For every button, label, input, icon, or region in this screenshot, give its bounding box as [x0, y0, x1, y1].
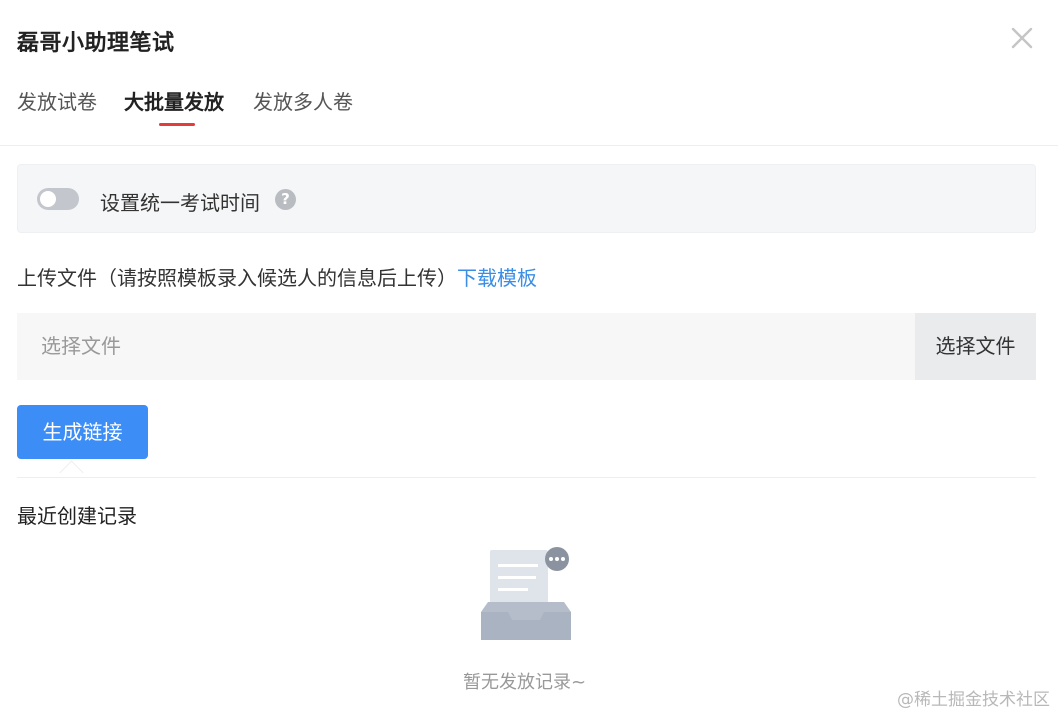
tab-issue-exam[interactable]: 发放试卷 — [17, 86, 97, 115]
download-template-link[interactable]: 下载模板 — [457, 266, 537, 290]
generate-link-button[interactable]: 生成链接 — [17, 405, 148, 459]
choose-file-button[interactable]: 选择文件 — [915, 313, 1036, 380]
toggle-knob — [40, 191, 56, 207]
unified-time-label: 设置统一考试时间 — [100, 191, 260, 215]
tab-multi-person-exam[interactable]: 发放多人卷 — [253, 86, 353, 115]
watermark: @稀土掘金技术社区 — [897, 690, 1050, 710]
unified-time-setting: 设置统一考试时间 ? — [17, 164, 1036, 233]
empty-state-text: 暂无发放记录~ — [462, 672, 587, 693]
close-icon[interactable] — [1009, 25, 1035, 51]
popover-caret — [59, 460, 84, 485]
upload-instruction-text: 上传文件（请按照模板录入候选人的信息后上传） — [17, 266, 457, 290]
dialog-title: 磊哥小助理笔试 — [17, 31, 175, 56]
unified-time-toggle[interactable] — [37, 188, 79, 210]
upload-instruction: 上传文件（请按照模板录入候选人的信息后上传）下载模板 — [17, 262, 537, 291]
recent-records-title: 最近创建记录 — [17, 504, 137, 528]
tab-bulk-issue[interactable]: 大批量发放 — [124, 86, 224, 115]
active-tab-indicator — [159, 123, 195, 126]
tab-divider — [0, 145, 1058, 146]
empty-inbox-icon — [481, 547, 571, 640]
help-icon[interactable]: ? — [275, 189, 296, 210]
section-divider — [17, 477, 1036, 478]
file-path-input[interactable]: 选择文件 — [17, 313, 915, 380]
